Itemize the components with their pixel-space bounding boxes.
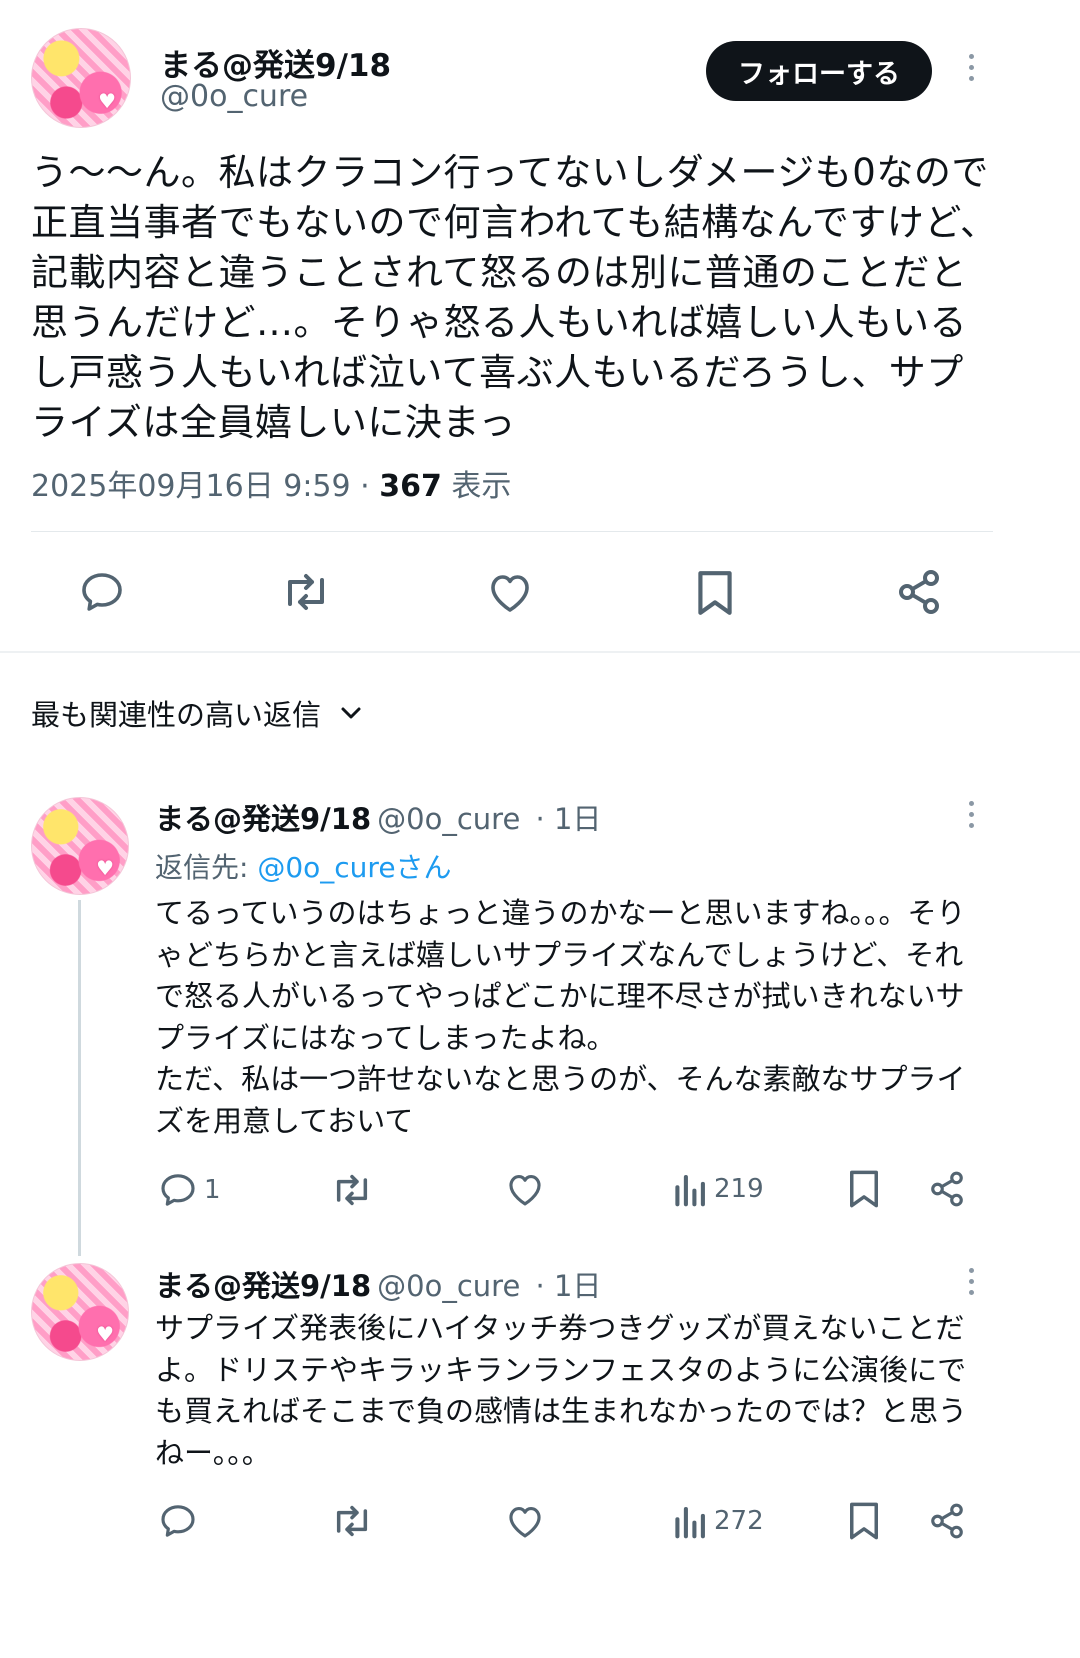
bookmark-icon[interactable]	[694, 568, 736, 618]
reply-avatar[interactable]: ♥	[31, 1263, 129, 1361]
views-count: 219	[714, 1174, 764, 1204]
divider	[31, 531, 993, 532]
section-divider	[0, 651, 1080, 653]
reply-text: サプライズ発表後にハイタッチ券つきグッズが買えないことだよ。ドリステやキラッキラ…	[155, 1311, 968, 1470]
author-avatar[interactable]: ♥	[31, 28, 131, 128]
reply-handle[interactable]: @0o_cure	[377, 1269, 520, 1303]
views-label: 表示	[441, 469, 512, 504]
reply-display-name[interactable]: まる@発送9/18	[155, 1269, 371, 1303]
heart-icon: ♥	[96, 1322, 114, 1346]
reply-to-line: 返信先: @0o_cureさん	[155, 846, 452, 886]
tweet-meta: 2025年09月16日 9:59 · 367 表示	[31, 461, 511, 505]
retweet-icon[interactable]	[280, 568, 332, 616]
chevron-down-icon	[341, 707, 361, 719]
reply-sort-label: 最も関連性の高い返信	[31, 698, 322, 732]
bookmark-icon[interactable]	[846, 1500, 882, 1542]
reply-count: 1	[204, 1175, 221, 1205]
tweet-text: う〜〜ん。私はクラコン行ってないしダメージも0なので正直当事者でもないので何言わ…	[31, 151, 998, 444]
views-count: 367	[379, 469, 442, 504]
reply-sort-dropdown[interactable]: 最も関連性の高い返信	[31, 692, 363, 734]
share-icon[interactable]	[895, 568, 943, 616]
share-icon[interactable]	[928, 1170, 966, 1208]
author-handle[interactable]: @0o_cure	[160, 79, 308, 114]
retweet-icon[interactable]	[330, 1170, 374, 1210]
share-icon[interactable]	[928, 1502, 966, 1540]
more-options-icon[interactable]	[966, 1268, 976, 1295]
like-icon[interactable]	[505, 1502, 545, 1540]
reply-icon[interactable]: 1	[158, 1170, 221, 1210]
reply-icon[interactable]	[78, 568, 126, 616]
views-icon[interactable]: 272	[674, 1502, 764, 1540]
reply-avatar[interactable]: ♥	[31, 797, 129, 895]
reply-text: てるっていうのはちょっと違うのかなーと思いますね。。。そりゃどちらかと言えば嬉し…	[155, 896, 966, 1138]
reply-to-prefix: 返信先:	[155, 851, 258, 884]
views-count: 272	[714, 1506, 764, 1536]
tweet-timestamp[interactable]: 2025年09月16日 9:59	[31, 469, 351, 504]
reply-icon[interactable]	[158, 1501, 204, 1541]
reply-header: まる@発送9/18 @0o_cure · 1日	[155, 1263, 601, 1305]
heart-icon: ♥	[96, 856, 114, 880]
reply-time[interactable]: · 1日	[536, 1269, 602, 1303]
reply-to-link[interactable]: @0o_cureさん	[257, 851, 451, 884]
heart-icon: ♥	[98, 89, 116, 113]
like-icon[interactable]	[486, 569, 534, 615]
reply-display-name[interactable]: まる@発送9/18	[155, 802, 371, 836]
bookmark-icon[interactable]	[846, 1168, 882, 1210]
thread-line	[78, 900, 81, 1256]
reply-handle[interactable]: @0o_cure	[377, 802, 520, 836]
views-icon[interactable]: 219	[674, 1170, 764, 1208]
more-options-icon[interactable]	[966, 801, 976, 828]
reply-time[interactable]: · 1日	[536, 802, 602, 836]
more-options-icon[interactable]	[966, 54, 976, 81]
meta-separator: ·	[350, 469, 380, 504]
retweet-icon[interactable]	[330, 1501, 374, 1541]
reply-header: まる@発送9/18 @0o_cure · 1日	[155, 796, 601, 838]
like-icon[interactable]	[505, 1170, 545, 1208]
follow-button[interactable]: フォローする	[706, 41, 932, 101]
